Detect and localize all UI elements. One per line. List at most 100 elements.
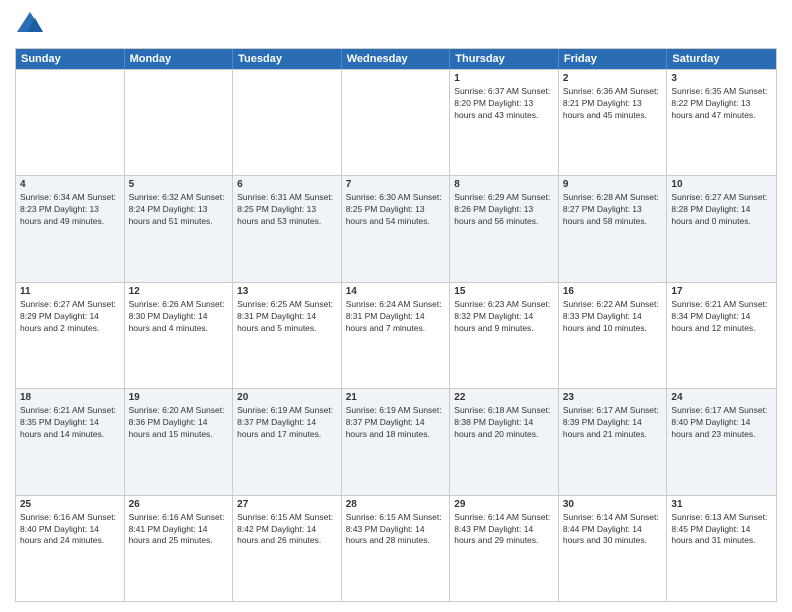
cell-info: Sunrise: 6:28 AM Sunset: 8:27 PM Dayligh… [563, 192, 663, 228]
cell-info: Sunrise: 6:24 AM Sunset: 8:31 PM Dayligh… [346, 299, 446, 335]
calendar-cell: 26 Sunrise: 6:16 AM Sunset: 8:41 PM Dayli… [125, 496, 234, 601]
cell-info: Sunrise: 6:17 AM Sunset: 8:40 PM Dayligh… [671, 405, 772, 441]
calendar-cell: 4 Sunrise: 6:34 AM Sunset: 8:23 PM Daylig… [16, 176, 125, 281]
header-day: Friday [559, 49, 668, 69]
cell-info: Sunrise: 6:14 AM Sunset: 8:44 PM Dayligh… [563, 512, 663, 548]
cell-info: Sunrise: 6:27 AM Sunset: 8:29 PM Dayligh… [20, 299, 120, 335]
calendar-cell: 7 Sunrise: 6:30 AM Sunset: 8:25 PM Daylig… [342, 176, 451, 281]
day-number: 1 [454, 73, 554, 84]
calendar-cell: 27 Sunrise: 6:15 AM Sunset: 8:42 PM Dayli… [233, 496, 342, 601]
day-number: 4 [20, 179, 120, 190]
calendar-cell: 22Sunrise: 6:18 AM Sunset: 8:38 PM Dayli… [450, 389, 559, 494]
calendar-cell: 30 Sunrise: 6:14 AM Sunset: 8:44 PM Dayli… [559, 496, 668, 601]
cell-info: Sunrise: 6:35 AM Sunset: 8:22 PM Dayligh… [671, 86, 772, 122]
calendar-cell: 11Sunrise: 6:27 AM Sunset: 8:29 PM Dayli… [16, 283, 125, 388]
day-number: 15 [454, 286, 554, 297]
day-number: 23 [563, 392, 663, 403]
day-number: 8 [454, 179, 554, 190]
cell-info: Sunrise: 6:20 AM Sunset: 8:36 PM Dayligh… [129, 405, 229, 441]
header-day: Wednesday [342, 49, 451, 69]
day-number: 13 [237, 286, 337, 297]
day-number: 10 [671, 179, 772, 190]
cell-info: Sunrise: 6:26 AM Sunset: 8:30 PM Dayligh… [129, 299, 229, 335]
calendar-cell: 28Sunrise: 6:15 AM Sunset: 8:43 PM Dayli… [342, 496, 451, 601]
day-number: 5 [129, 179, 229, 190]
calendar-row: 25 Sunrise: 6:16 AM Sunset: 8:40 PM Dayli… [16, 495, 776, 601]
cell-info: Sunrise: 6:16 AM Sunset: 8:41 PM Dayligh… [129, 512, 229, 548]
calendar-row: 1 Sunrise: 6:37 AM Sunset: 8:20 PM Daylig… [16, 69, 776, 175]
cell-info: Sunrise: 6:31 AM Sunset: 8:25 PM Dayligh… [237, 192, 337, 228]
calendar-cell: 2 Sunrise: 6:36 AM Sunset: 8:21 PM Daylig… [559, 70, 668, 175]
day-number: 27 [237, 499, 337, 510]
cell-info: Sunrise: 6:17 AM Sunset: 8:39 PM Dayligh… [563, 405, 663, 441]
calendar-cell [16, 70, 125, 175]
calendar-cell: 20Sunrise: 6:19 AM Sunset: 8:37 PM Dayli… [233, 389, 342, 494]
day-number: 21 [346, 392, 446, 403]
calendar-cell: 16Sunrise: 6:22 AM Sunset: 8:33 PM Dayli… [559, 283, 668, 388]
day-number: 7 [346, 179, 446, 190]
calendar-cell [342, 70, 451, 175]
calendar-row: 18 Sunrise: 6:21 AM Sunset: 8:35 PM Dayli… [16, 388, 776, 494]
cell-info: Sunrise: 6:21 AM Sunset: 8:34 PM Dayligh… [671, 299, 772, 335]
day-number: 20 [237, 392, 337, 403]
calendar-cell: 31 Sunrise: 6:13 AM Sunset: 8:45 PM Dayli… [667, 496, 776, 601]
calendar-cell: 25 Sunrise: 6:16 AM Sunset: 8:40 PM Dayli… [16, 496, 125, 601]
day-number: 12 [129, 286, 229, 297]
calendar-cell [125, 70, 234, 175]
cell-info: Sunrise: 6:13 AM Sunset: 8:45 PM Dayligh… [671, 512, 772, 548]
cell-info: Sunrise: 6:34 AM Sunset: 8:23 PM Dayligh… [20, 192, 120, 228]
header-day: Monday [125, 49, 234, 69]
day-number: 19 [129, 392, 229, 403]
cell-info: Sunrise: 6:16 AM Sunset: 8:40 PM Dayligh… [20, 512, 120, 548]
cell-info: Sunrise: 6:30 AM Sunset: 8:25 PM Dayligh… [346, 192, 446, 228]
calendar-row: 4 Sunrise: 6:34 AM Sunset: 8:23 PM Daylig… [16, 175, 776, 281]
day-number: 2 [563, 73, 663, 84]
calendar-header: SundayMondayTuesdayWednesdayThursdayFrid… [16, 49, 776, 69]
cell-info: Sunrise: 6:25 AM Sunset: 8:31 PM Dayligh… [237, 299, 337, 335]
calendar-cell: 18 Sunrise: 6:21 AM Sunset: 8:35 PM Dayli… [16, 389, 125, 494]
calendar-cell: 23 Sunrise: 6:17 AM Sunset: 8:39 PM Dayli… [559, 389, 668, 494]
cell-info: Sunrise: 6:37 AM Sunset: 8:20 PM Dayligh… [454, 86, 554, 122]
header-day: Tuesday [233, 49, 342, 69]
calendar-cell: 14 Sunrise: 6:24 AM Sunset: 8:31 PM Dayli… [342, 283, 451, 388]
calendar-row: 11Sunrise: 6:27 AM Sunset: 8:29 PM Dayli… [16, 282, 776, 388]
calendar-cell: 10Sunrise: 6:27 AM Sunset: 8:28 PM Dayli… [667, 176, 776, 281]
calendar-body: 1 Sunrise: 6:37 AM Sunset: 8:20 PM Daylig… [16, 69, 776, 601]
calendar-cell: 6 Sunrise: 6:31 AM Sunset: 8:25 PM Daylig… [233, 176, 342, 281]
logo [15, 10, 49, 40]
cell-info: Sunrise: 6:32 AM Sunset: 8:24 PM Dayligh… [129, 192, 229, 228]
calendar-cell: 29Sunrise: 6:14 AM Sunset: 8:43 PM Dayli… [450, 496, 559, 601]
cell-info: Sunrise: 6:19 AM Sunset: 8:37 PM Dayligh… [346, 405, 446, 441]
day-number: 24 [671, 392, 772, 403]
day-number: 14 [346, 286, 446, 297]
header-day: Sunday [16, 49, 125, 69]
calendar-cell: 17 Sunrise: 6:21 AM Sunset: 8:34 PM Dayli… [667, 283, 776, 388]
calendar-cell: 8 Sunrise: 6:29 AM Sunset: 8:26 PM Daylig… [450, 176, 559, 281]
cell-info: Sunrise: 6:21 AM Sunset: 8:35 PM Dayligh… [20, 405, 120, 441]
calendar-cell [233, 70, 342, 175]
calendar: SundayMondayTuesdayWednesdayThursdayFrid… [15, 48, 777, 602]
calendar-cell: 24 Sunrise: 6:17 AM Sunset: 8:40 PM Dayli… [667, 389, 776, 494]
calendar-cell: 5 Sunrise: 6:32 AM Sunset: 8:24 PM Daylig… [125, 176, 234, 281]
day-number: 16 [563, 286, 663, 297]
calendar-cell: 9Sunrise: 6:28 AM Sunset: 8:27 PM Daylig… [559, 176, 668, 281]
day-number: 25 [20, 499, 120, 510]
cell-info: Sunrise: 6:15 AM Sunset: 8:42 PM Dayligh… [237, 512, 337, 548]
cell-info: Sunrise: 6:18 AM Sunset: 8:38 PM Dayligh… [454, 405, 554, 441]
day-number: 6 [237, 179, 337, 190]
cell-info: Sunrise: 6:29 AM Sunset: 8:26 PM Dayligh… [454, 192, 554, 228]
header-day: Saturday [667, 49, 776, 69]
day-number: 29 [454, 499, 554, 510]
cell-info: Sunrise: 6:36 AM Sunset: 8:21 PM Dayligh… [563, 86, 663, 122]
cell-info: Sunrise: 6:15 AM Sunset: 8:43 PM Dayligh… [346, 512, 446, 548]
header-day: Thursday [450, 49, 559, 69]
calendar-cell: 19 Sunrise: 6:20 AM Sunset: 8:36 PM Dayli… [125, 389, 234, 494]
day-number: 17 [671, 286, 772, 297]
day-number: 31 [671, 499, 772, 510]
day-number: 26 [129, 499, 229, 510]
day-number: 3 [671, 73, 772, 84]
cell-info: Sunrise: 6:23 AM Sunset: 8:32 PM Dayligh… [454, 299, 554, 335]
day-number: 30 [563, 499, 663, 510]
calendar-cell: 15 Sunrise: 6:23 AM Sunset: 8:32 PM Dayli… [450, 283, 559, 388]
day-number: 18 [20, 392, 120, 403]
